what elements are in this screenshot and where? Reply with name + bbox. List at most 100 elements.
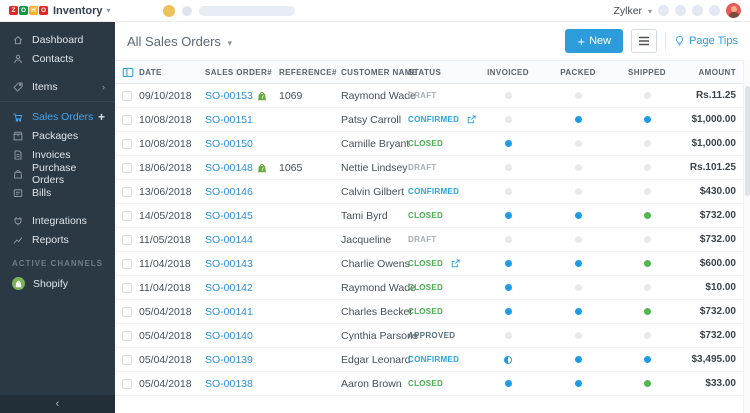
row-checkbox[interactable] — [122, 186, 132, 197]
header-status[interactable]: STATUS — [408, 68, 478, 77]
new-button[interactable]: + New — [565, 29, 624, 53]
table-row[interactable]: 11/04/2018 SO-00143 Charlie Owens CLOSED… — [115, 252, 750, 276]
select-columns-icon[interactable] — [122, 67, 134, 78]
table-row[interactable]: 05/04/2018 SO-00140 Cynthia Parsons APPR… — [115, 324, 750, 348]
topbar-circle-icon[interactable] — [181, 5, 192, 16]
header-amount[interactable]: AMOUNT — [676, 68, 750, 77]
sales-order-link[interactable]: SO-00151 — [205, 114, 253, 126]
row-checkbox[interactable] — [122, 258, 132, 269]
sidebar-item-label: Dashboard — [32, 33, 84, 46]
page-tips-button[interactable]: Page Tips — [674, 35, 738, 47]
scrollbar-thumb[interactable] — [745, 86, 750, 196]
table-row[interactable]: 10/08/2018 SO-00151 Patsy Carroll CONFIR… — [115, 108, 750, 132]
sales-order-link[interactable]: SO-00143 — [205, 258, 253, 270]
notification-dot-icon[interactable] — [162, 4, 175, 17]
purchase-orders-icon — [13, 169, 23, 179]
table-row[interactable]: 05/04/2018 SO-00138 Aaron Brown CLOSED $… — [115, 372, 750, 396]
row-checkbox[interactable] — [122, 330, 132, 341]
sidebar-item-items[interactable]: Items › — [0, 77, 115, 96]
row-checkbox[interactable] — [122, 162, 132, 173]
sidebar-item-purchase-orders[interactable]: Purchase Orders — [0, 161, 115, 186]
sales-order-link[interactable]: SO-00153 — [205, 90, 253, 102]
sales-order-link[interactable]: SO-00142 — [205, 282, 253, 294]
row-checkbox[interactable] — [122, 138, 132, 149]
sidebar-collapse-button[interactable]: ‹ — [0, 395, 115, 413]
zoho-brand[interactable]: Z O H O Inventory ▾ — [0, 5, 111, 17]
sidebar-item-sales-orders[interactable]: Sales Orders + — [0, 107, 115, 126]
packed-indicator — [574, 284, 582, 291]
hamburger-icon — [639, 36, 650, 46]
list-view-button[interactable] — [631, 29, 658, 53]
org-switcher[interactable]: Zylker ▾ — [613, 5, 652, 17]
topbar-icon-2[interactable] — [675, 5, 686, 16]
header-sales-order[interactable]: SALES ORDER# — [205, 68, 279, 77]
row-checkbox[interactable] — [122, 210, 132, 221]
order-date: 13/06/2018 — [139, 185, 192, 198]
order-amount: $600.00 — [699, 258, 736, 269]
table-row[interactable]: 09/10/2018 SO-00153 1069 Raymond Wade DR… — [115, 84, 750, 108]
row-checkbox[interactable] — [122, 306, 132, 317]
packed-indicator — [574, 260, 582, 267]
sidebar-item-packages[interactable]: Packages — [0, 126, 115, 145]
row-checkbox[interactable] — [122, 282, 132, 293]
sidebar-item-bills[interactable]: Bills — [0, 183, 115, 202]
user-avatar[interactable] — [726, 3, 741, 18]
table-row[interactable]: 11/04/2018 SO-00142 Raymond Wade CLOSED … — [115, 276, 750, 300]
sales-order-link[interactable]: SO-00139 — [205, 354, 253, 366]
table-row[interactable]: 18/06/2018 SO-00148 1065 Nettie Lindsey … — [115, 156, 750, 180]
contacts-icon — [14, 54, 22, 63]
header-customer-name[interactable]: CUSTOMER NAME — [341, 68, 417, 77]
add-sales-order-button[interactable]: + — [98, 111, 105, 123]
invoiced-indicator — [504, 188, 512, 195]
header-packed[interactable]: PACKED — [538, 68, 618, 77]
topbar-icon-1[interactable] — [658, 5, 669, 16]
topbar-icon-4[interactable] — [709, 5, 720, 16]
sales-order-link[interactable]: SO-00145 — [205, 210, 253, 222]
sidebar-item-contacts[interactable]: Contacts — [0, 49, 115, 68]
topbar-icon-3[interactable] — [692, 5, 703, 16]
customer-name: Edgar Leonard — [341, 353, 411, 366]
scrollbar-track[interactable] — [743, 60, 750, 413]
status-badge: CLOSED — [408, 259, 444, 268]
header-reference[interactable]: REFERENCE# — [279, 68, 341, 77]
table-body: 09/10/2018 SO-00153 1069 Raymond Wade DR… — [115, 84, 750, 396]
table-row[interactable]: 11/05/2018 SO-00144 Jacqueline DRAFT $73… — [115, 228, 750, 252]
sales-order-link[interactable]: SO-00150 — [205, 138, 253, 150]
sidebar-item-shopify[interactable]: Shopify — [0, 274, 115, 293]
row-checkbox[interactable] — [122, 354, 132, 365]
sidebar-item-label: Integrations — [32, 214, 87, 227]
sidebar-item-reports[interactable]: Reports — [0, 230, 115, 249]
search-bar[interactable] — [198, 5, 295, 16]
sales-order-link[interactable]: SO-00146 — [205, 186, 253, 198]
page-title-dropdown[interactable]: All Sales Orders ▾ — [127, 34, 232, 49]
sales-order-link[interactable]: SO-00141 — [205, 306, 253, 318]
sidebar-item-integrations[interactable]: Integrations — [0, 211, 115, 230]
header-shipped[interactable]: SHIPPED — [618, 68, 676, 77]
header-date[interactable]: DATE — [139, 68, 205, 77]
status-badge: CLOSED — [408, 379, 444, 388]
sales-order-link[interactable]: SO-00144 — [205, 234, 253, 246]
sidebar-item-label: Sales Orders — [32, 110, 94, 123]
header-invoiced[interactable]: INVOICED — [478, 68, 538, 77]
sales-order-link[interactable]: SO-00140 — [205, 330, 253, 342]
sales-order-link[interactable]: SO-00138 — [205, 378, 253, 390]
row-checkbox[interactable] — [122, 90, 132, 101]
invoiced-indicator — [504, 212, 512, 219]
row-checkbox[interactable] — [122, 234, 132, 245]
table-row[interactable]: 10/08/2018 SO-00150 Camille Bryant CLOSE… — [115, 132, 750, 156]
sidebar-item-dashboard[interactable]: Dashboard — [0, 30, 115, 49]
table-row[interactable]: 05/04/2018 SO-00139 Edgar Leonard CONFIR… — [115, 348, 750, 372]
table-row[interactable]: 13/06/2018 SO-00146 Calvin Gilbert CONFI… — [115, 180, 750, 204]
sidebar-item-label: Purchase Orders — [32, 161, 77, 186]
table-row[interactable]: 14/05/2018 SO-00145 Tami Byrd CLOSED $73… — [115, 204, 750, 228]
external-link-icon[interactable] — [466, 114, 477, 125]
sidebar-item-label: Reports — [32, 233, 69, 246]
row-checkbox[interactable] — [122, 378, 132, 389]
sales-order-link[interactable]: SO-00148 — [205, 162, 253, 174]
table-row[interactable]: 05/04/2018 SO-00141 Charles Becker CLOSE… — [115, 300, 750, 324]
active-channels-label: ACTIVE CHANNELS — [12, 259, 104, 268]
divider — [665, 32, 667, 50]
row-checkbox[interactable] — [122, 114, 132, 125]
external-link-icon[interactable] — [450, 258, 461, 269]
shipped-indicator — [643, 140, 651, 147]
